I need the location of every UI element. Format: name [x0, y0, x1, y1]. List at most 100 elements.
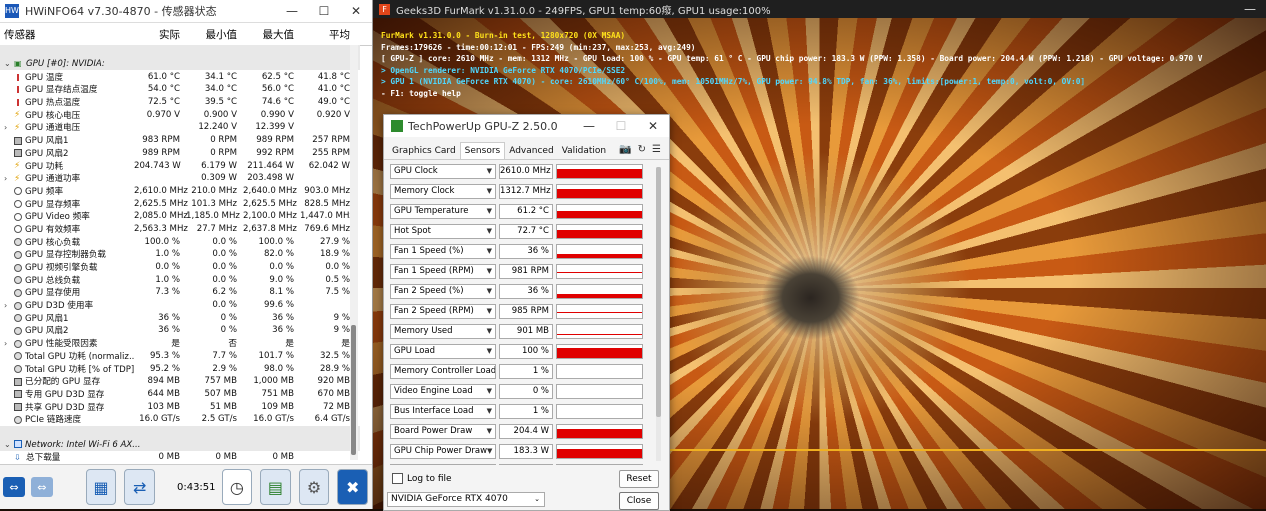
- minimize-button[interactable]: —: [276, 4, 308, 18]
- sensor-group-row[interactable]: ⌄ Network: Intel Wi-Fi 6 AX...: [0, 438, 360, 451]
- sensor-row[interactable]: GPU 温度 61.0 °C 34.1 °C 62.5 °C 41.8 °C: [0, 70, 360, 83]
- network-icon[interactable]: ▦: [85, 469, 117, 505]
- sensor-avg: 255 RPM: [312, 147, 350, 158]
- tab-validation[interactable]: Validation: [558, 143, 610, 159]
- hwinfo-titlebar[interactable]: HW HWiNFO64 v7.30-4870 - 传感器状态 — ☐ ✕: [0, 0, 372, 23]
- menu-icon[interactable]: ☰: [652, 144, 661, 155]
- chevron-right-icon[interactable]: ›: [4, 339, 14, 348]
- gpuz-minimize-button[interactable]: —: [573, 119, 605, 133]
- sensor-row[interactable]: › GPU D3D 使用率 0.0 % 99.6 %: [0, 299, 360, 312]
- sensor-name-dropdown[interactable]: MVDDC Power Draw▼: [390, 463, 496, 465]
- sensor-name-dropdown[interactable]: GPU Load ▼: [390, 343, 496, 359]
- sensor-row[interactable]: GPU 风扇2 989 RPM 0 RPM 992 RPM 255 RPM: [0, 147, 360, 160]
- sensor-scrollbar[interactable]: [350, 45, 358, 460]
- chevron-right-icon[interactable]: ›: [4, 123, 14, 132]
- chevron-down-icon[interactable]: ⌄: [4, 59, 14, 68]
- gpuz-titlebar[interactable]: TechPowerUp GPU-Z 2.50.0 — ☐ ✕: [384, 115, 669, 137]
- reset-button[interactable]: Reset: [619, 470, 659, 488]
- clock-icon[interactable]: ◷: [221, 469, 253, 505]
- sensor-name-dropdown[interactable]: GPU Clock ▼: [390, 163, 496, 179]
- settings-gear-icon[interactable]: ⚙: [298, 469, 330, 505]
- sensor-name-dropdown[interactable]: GPU Temperature ▼: [390, 203, 496, 219]
- sensor-row[interactable]: GPU 风扇2 36 % 0 % 36 % 9 %: [0, 324, 360, 337]
- gpu-select[interactable]: NVIDIA GeForce RTX 4070 ⌄: [387, 492, 545, 507]
- sensor-row[interactable]: ⚡ GPU 核心电压 0.970 V 0.900 V 0.990 V 0.920 V: [0, 108, 360, 121]
- exit-icon[interactable]: ✖: [337, 469, 368, 505]
- report-icon[interactable]: ▤: [260, 469, 291, 505]
- sensor-graph-fill: [557, 229, 642, 238]
- sensor-min: 0.0 %: [212, 236, 237, 247]
- gpuz-close-button[interactable]: ✕: [637, 119, 669, 133]
- header-current[interactable]: 实际: [134, 27, 186, 42]
- sensor-row[interactable]: ⇩ 总下载量 0 MB 0 MB 0 MB: [0, 451, 360, 464]
- sensor-label: PCIe 链路速度: [25, 415, 82, 426]
- sensor-row[interactable]: › ⚡ GPU 通道电压 12.240 V 12.399 V: [0, 121, 360, 134]
- sensor-name-dropdown[interactable]: Bus Interface Load ▼: [390, 403, 496, 419]
- header-avg[interactable]: 平均: [300, 27, 356, 42]
- sensor-row[interactable]: GPU 频率 2,610.0 MHz 210.0 MHz 2,640.0 MHz 903…: [0, 185, 360, 198]
- furmark-minimize-button[interactable]: —: [1234, 2, 1266, 16]
- sensor-row[interactable]: 共享 GPU D3D 显存 103 MB 51 MB 109 MB 72 MB: [0, 400, 360, 413]
- close-button-bottom[interactable]: Close: [619, 492, 659, 510]
- sensor-graph-fill: [557, 293, 642, 298]
- sensor-name-dropdown[interactable]: Memory Used ▼: [390, 323, 496, 339]
- sensor-row[interactable]: GPU 风扇1 36 % 0 % 36 % 9 %: [0, 311, 360, 324]
- sensor-name-dropdown[interactable]: Fan 2 Speed (RPM) ▼: [390, 303, 496, 319]
- header-max[interactable]: 最大值: [243, 27, 300, 42]
- header-sensor[interactable]: 传感器: [0, 27, 134, 42]
- sensor-row[interactable]: GPU 显存频率 2,625.5 MHz 101.3 MHz 2,625.5 MHz 8…: [0, 197, 360, 210]
- expand-columns-icon[interactable]: ⇔: [3, 477, 25, 497]
- sensor-row[interactable]: 已分配的 GPU 显存 894 MB 757 MB 1,000 MB 920 MB: [0, 375, 360, 388]
- chevron-right-icon[interactable]: ›: [4, 301, 14, 310]
- sensor-row[interactable]: GPU 有效频率 2,563.3 MHz 27.7 MHz 2,637.8 MHz 76…: [0, 223, 360, 236]
- sensor-name-dropdown[interactable]: Memory Controller Load▼: [390, 363, 496, 379]
- sensor-row[interactable]: › GPU 性能受限因素 是 否 是 是: [0, 337, 360, 350]
- sensor-row[interactable]: Total GPU 功耗 [% of TDP] 95.2 % 2.9 % 98.0 %…: [0, 362, 360, 375]
- close-button[interactable]: ✕: [340, 4, 372, 18]
- tab-advanced[interactable]: Advanced: [505, 143, 557, 159]
- furmark-titlebar[interactable]: F Geeks3D FurMark v1.31.0.0 - 249FPS, GP…: [373, 0, 1266, 18]
- sensor-row[interactable]: GPU 风扇1 983 RPM 0 RPM 989 RPM 257 RPM: [0, 134, 360, 147]
- sensor-name-dropdown[interactable]: Memory Clock ▼: [390, 183, 496, 199]
- maximize-button[interactable]: ☐: [308, 4, 340, 18]
- sensor-name-dropdown[interactable]: Hot Spot ▼: [390, 223, 496, 239]
- sensor-row[interactable]: GPU 热点温度 72.5 °C 39.5 °C 74.6 °C 49.0 °C: [0, 96, 360, 109]
- sensor-row[interactable]: 专用 GPU D3D 显存 644 MB 507 MB 751 MB 670 MB: [0, 388, 360, 401]
- log-to-file[interactable]: Log to file: [392, 473, 452, 484]
- gpuz-maximize-button[interactable]: ☐: [605, 119, 637, 133]
- sensor-name-dropdown[interactable]: GPU Chip Power Draw ▼: [390, 443, 496, 459]
- sensor-name-dropdown[interactable]: Fan 1 Speed (%) ▼: [390, 243, 496, 259]
- sensor-name-dropdown[interactable]: Video Engine Load ▼: [390, 383, 496, 399]
- chevron-right-icon[interactable]: ›: [4, 174, 14, 183]
- header-min[interactable]: 最小值: [186, 27, 243, 42]
- sensor-row[interactable]: ⚡ GPU 功耗 204.743 W 6.179 W 211.464 W 62.042 W: [0, 159, 360, 172]
- sensor-row[interactable]: GPU 显存使用 7.3 % 6.2 % 8.1 % 7.5 %: [0, 286, 360, 299]
- sensor-row[interactable]: GPU 显存结点温度 54.0 °C 34.0 °C 56.0 °C 41.0 °C: [0, 83, 360, 96]
- sensor-row[interactable]: GPU 总线负载 1.0 % 0.0 % 9.0 % 0.5 %: [0, 273, 360, 286]
- sensor-row[interactable]: Total GPU 功耗 (normaliz... 95.3 % 7.7 % 101.…: [0, 350, 360, 363]
- sensor-row[interactable]: GPU Video 频率 2,085.0 MHz 1,185.0 MHz 2,100.…: [0, 210, 360, 223]
- sensor-name-dropdown[interactable]: Fan 1 Speed (RPM) ▼: [390, 263, 496, 279]
- connect-icon[interactable]: ⇄: [124, 469, 155, 505]
- refresh-icon[interactable]: ↻: [638, 144, 646, 155]
- collapse-columns-icon[interactable]: ⇔: [30, 477, 53, 497]
- tab-sensors[interactable]: Sensors: [459, 142, 506, 159]
- sensor-row[interactable]: › ⚡ GPU 通道功率 0.309 W 203.498 W: [0, 172, 360, 185]
- sensor-name-dropdown[interactable]: Board Power Draw ▼: [390, 423, 496, 439]
- camera-icon[interactable]: 📷: [619, 144, 631, 155]
- sensor-row[interactable]: PCIe 链路速度 16.0 GT/s 2.5 GT/s 16.0 GT/s 6.4 G…: [0, 413, 360, 426]
- sensor-row[interactable]: GPU 视频引擎负载 0.0 % 0.0 % 0.0 % 0.0 %: [0, 261, 360, 274]
- chevron-down-icon[interactable]: ⌄: [4, 440, 14, 449]
- sensor-name-dropdown[interactable]: Fan 2 Speed (%) ▼: [390, 283, 496, 299]
- tab-graphics-card[interactable]: Graphics Card: [388, 143, 460, 159]
- log-to-file-checkbox[interactable]: [392, 473, 403, 484]
- sensor-row[interactable]: GPU 核心负载 100.0 % 0.0 % 100.0 % 27.9 %: [0, 235, 360, 248]
- sensor-graph-fill: [557, 271, 642, 273]
- sensor-name: Memory Clock: [394, 186, 455, 196]
- scrollbar-thumb[interactable]: [351, 325, 356, 455]
- gpuz-scrollbar[interactable]: [656, 167, 661, 461]
- dropdown-arrow-icon: ▼: [486, 307, 492, 315]
- gpuz-scrollbar-thumb[interactable]: [656, 167, 661, 417]
- sensor-row[interactable]: GPU 显存控制器负载 1.0 % 0.0 % 82.0 % 18.9 %: [0, 248, 360, 261]
- sensor-group-row[interactable]: ⌄ ▣ GPU [#0]: NVIDIA:: [0, 57, 360, 71]
